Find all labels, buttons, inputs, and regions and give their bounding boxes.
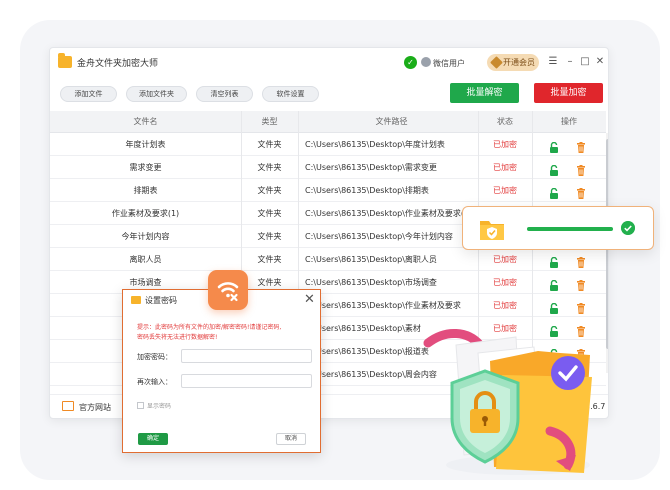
row-actions bbox=[532, 133, 606, 156]
file-name: 排期表 bbox=[133, 186, 158, 195]
encryption-illustration bbox=[423, 329, 592, 475]
header-name[interactable]: 文件名 bbox=[50, 111, 241, 133]
table-row[interactable]: 年度计划表 文件夹 C:\Users\86135\Desktop\年度计划表 已加密 bbox=[50, 133, 606, 156]
trash-icon[interactable] bbox=[576, 162, 586, 176]
dialog-title: 设置密码 bbox=[145, 296, 177, 305]
unlock-icon[interactable] bbox=[549, 277, 559, 291]
progress-track bbox=[527, 227, 613, 231]
batch-encrypt-button[interactable]: 批量加密 bbox=[534, 83, 603, 103]
unlock-icon[interactable] bbox=[549, 300, 559, 314]
show-password-checkbox[interactable] bbox=[137, 402, 144, 409]
password-label: 加密密码： bbox=[137, 353, 172, 361]
minimize-button[interactable]: – bbox=[564, 56, 576, 67]
show-password-label[interactable]: 显示密码 bbox=[147, 401, 171, 410]
file-path: C:\Users\86135\Desktop\离职人员 bbox=[305, 255, 437, 264]
title-bar: 金舟文件夹加密大师 ✓ 微信用户 开通会员 ☰ – □ ✕ bbox=[50, 48, 608, 78]
app-title: 金舟文件夹加密大师 bbox=[77, 59, 159, 69]
password-input[interactable] bbox=[181, 349, 312, 363]
official-website-link[interactable]: 官方网站 bbox=[79, 402, 111, 413]
trash-icon[interactable] bbox=[576, 254, 586, 268]
encrypt-progress-card bbox=[462, 206, 654, 250]
confirm-button[interactable]: 确定 bbox=[138, 433, 168, 445]
file-type: 文件夹 bbox=[257, 232, 282, 241]
vip-diamond-icon bbox=[490, 56, 503, 69]
confirm-password-label: 再次输入： bbox=[137, 378, 172, 386]
set-password-dialog: 设置密码 ✕ 提示：此密码为所有文件的加密/解密密码!请谨记密码, 密码丢失将无… bbox=[122, 289, 321, 453]
wifi-off-icon bbox=[217, 282, 239, 302]
trash-icon[interactable] bbox=[576, 185, 586, 199]
table-row[interactable]: 需求变更 文件夹 C:\Users\86135\Desktop\需求变更 已加密 bbox=[50, 156, 606, 179]
row-actions bbox=[532, 179, 606, 202]
status-badge: 已加密 bbox=[493, 278, 517, 287]
file-type: 文件夹 bbox=[257, 255, 282, 264]
table-header: 文件名 类型 文件路径 状态 操作 bbox=[50, 111, 606, 133]
file-name: 作业素材及要求(1) bbox=[111, 209, 180, 218]
unlock-icon[interactable] bbox=[549, 139, 559, 153]
status-badge: 已加密 bbox=[493, 186, 517, 195]
file-path: C:\Users\86135\Desktop\今年计划内容 bbox=[305, 232, 453, 241]
user-icon bbox=[421, 57, 431, 67]
cancel-button[interactable]: 取消 bbox=[276, 433, 306, 445]
file-name: 离职人员 bbox=[129, 255, 162, 264]
file-type: 文件夹 bbox=[257, 163, 282, 172]
table-row[interactable]: 排期表 文件夹 C:\Users\86135\Desktop\排期表 已加密 bbox=[50, 179, 606, 202]
folder-app-icon bbox=[58, 53, 72, 68]
status-badge: 已加密 bbox=[493, 163, 517, 172]
check-circle-icon bbox=[621, 221, 635, 235]
menu-icon[interactable]: ☰ bbox=[547, 56, 559, 67]
header-type[interactable]: 类型 bbox=[241, 111, 298, 133]
maximize-button[interactable]: □ bbox=[579, 56, 591, 67]
unlock-icon[interactable] bbox=[549, 254, 559, 268]
status-badge: 已加密 bbox=[493, 255, 517, 264]
row-actions bbox=[532, 248, 606, 271]
file-path: C:\Users\86135\Desktop\年度计划表 bbox=[305, 140, 445, 149]
vertical-scrollbar[interactable] bbox=[606, 133, 608, 373]
table-row[interactable]: 离职人员 文件夹 C:\Users\86135\Desktop\离职人员 已加密 bbox=[50, 248, 606, 271]
file-type: 文件夹 bbox=[257, 186, 282, 195]
row-actions bbox=[532, 271, 606, 294]
add-folder-button[interactable]: 添加文件夹 bbox=[126, 86, 187, 102]
file-name: 年度计划表 bbox=[125, 140, 166, 149]
settings-button[interactable]: 软件设置 bbox=[262, 86, 319, 102]
trash-icon[interactable] bbox=[576, 300, 586, 314]
file-path: C:\Users\86135\Desktop\市场调查 bbox=[305, 278, 437, 287]
wechat-icon: ✓ bbox=[404, 56, 417, 69]
trash-icon[interactable] bbox=[576, 139, 586, 153]
header-operation[interactable]: 操作 bbox=[532, 111, 606, 133]
header-path[interactable]: 文件路径 bbox=[305, 111, 478, 133]
file-path: C:\Users\86135\Desktop\作业素材及要求(1) bbox=[305, 209, 473, 218]
vip-label: 开通会员 bbox=[503, 58, 535, 67]
file-name: 需求变更 bbox=[129, 163, 162, 172]
clear-list-button[interactable]: 清空列表 bbox=[196, 86, 253, 102]
file-path: C:\Users\86135\Desktop\排期表 bbox=[305, 186, 429, 195]
file-type: 文件夹 bbox=[257, 209, 282, 218]
unlock-icon[interactable] bbox=[549, 185, 559, 199]
trash-icon[interactable] bbox=[576, 277, 586, 291]
promo-stage: 金舟文件夹加密大师 ✓ 微信用户 开通会员 ☰ – □ ✕ 添加文件 添加文件夹… bbox=[0, 0, 670, 490]
confirm-password-input[interactable] bbox=[181, 374, 312, 388]
row-actions bbox=[532, 156, 606, 179]
dialog-close-icon[interactable]: ✕ bbox=[304, 292, 315, 307]
monitor-icon bbox=[62, 401, 74, 411]
header-status[interactable]: 状态 bbox=[478, 111, 532, 133]
add-file-button[interactable]: 添加文件 bbox=[60, 86, 117, 102]
file-path: C:\Users\86135\Desktop\需求变更 bbox=[305, 163, 437, 172]
unlock-icon[interactable] bbox=[549, 162, 559, 176]
progress-fill bbox=[527, 227, 613, 231]
tip-line-1: 提示：此密码为所有文件的加密/解密密码!请谨记密码, bbox=[137, 324, 282, 331]
shield-folder-icon bbox=[480, 221, 504, 240]
file-type: 文件夹 bbox=[257, 140, 282, 149]
user-label[interactable]: 微信用户 bbox=[433, 58, 465, 69]
dialog-tip: 提示：此密码为所有文件的加密/解密密码!请谨记密码, 密码丢失将无法进行数据解密… bbox=[137, 323, 315, 343]
folder-app-icon bbox=[131, 296, 141, 304]
tip-line-2: 密码丢失将无法进行数据解密! bbox=[137, 334, 218, 341]
status-badge: 已加密 bbox=[493, 140, 517, 149]
wifi-off-badge bbox=[208, 270, 248, 310]
vip-button[interactable]: 开通会员 bbox=[487, 54, 539, 71]
file-name: 今年计划内容 bbox=[121, 232, 170, 241]
close-button[interactable]: ✕ bbox=[594, 56, 606, 67]
batch-decrypt-button[interactable]: 批量解密 bbox=[450, 83, 519, 103]
